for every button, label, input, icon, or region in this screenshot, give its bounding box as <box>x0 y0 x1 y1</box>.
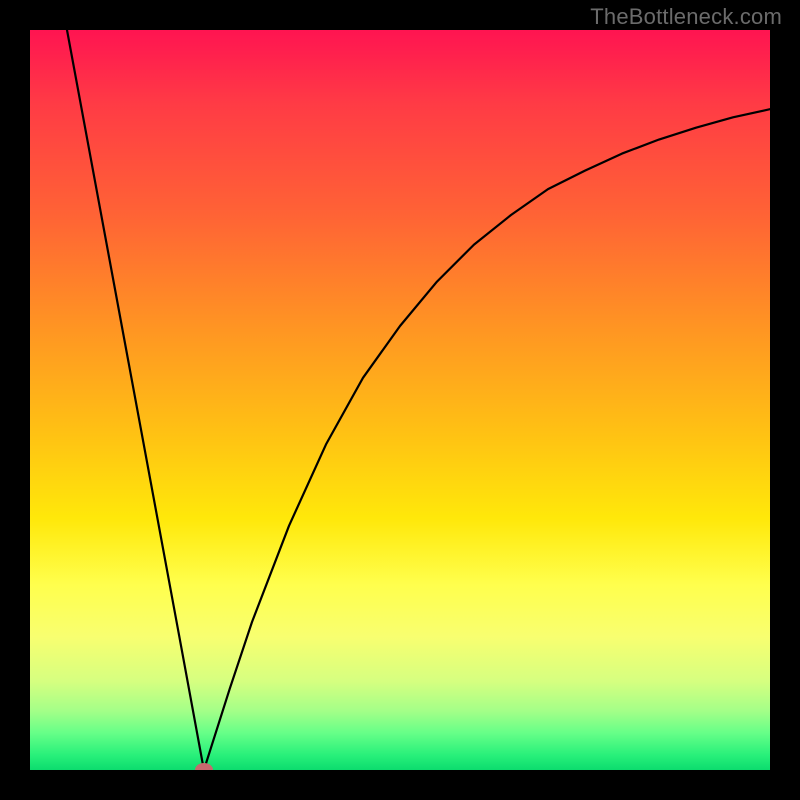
plot-area <box>30 30 770 770</box>
minimum-marker <box>195 763 213 770</box>
curve-path <box>67 30 770 770</box>
chart-frame: TheBottleneck.com <box>0 0 800 800</box>
watermark-text: TheBottleneck.com <box>590 4 782 30</box>
bottleneck-curve <box>30 30 770 770</box>
